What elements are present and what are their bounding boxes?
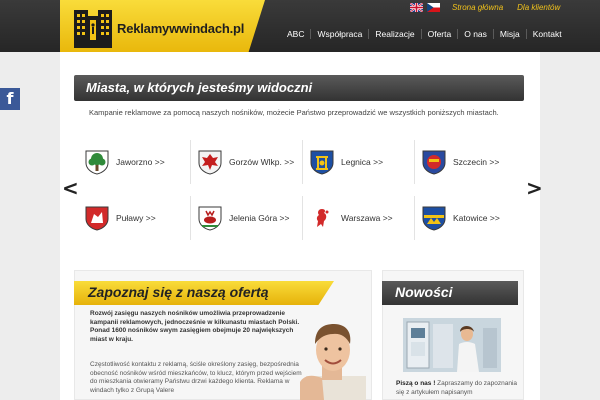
city-carousel: Jaworzno >> Gorzów Wlkp. >> Legnica >> S… — [78, 140, 526, 244]
legnica-crest-icon — [310, 150, 334, 175]
city-name: Jaworzno >> — [116, 157, 165, 167]
city-name: Szczecin >> — [453, 157, 500, 167]
city-name: Jelenia Góra >> — [229, 213, 290, 223]
logo[interactable]: Reklamywwindach.pl — [60, 0, 265, 52]
pulawy-crest-icon — [85, 206, 109, 231]
news-teaser: Piszą o nas ! Zapraszamy do zapoznania s… — [396, 380, 520, 397]
cities-title-bar: Miasta, w których jesteśmy widoczni — [74, 75, 524, 101]
next-arrow-icon[interactable]: > — [526, 176, 543, 200]
site-header: Reklamywwindach.pl Strona główna Dla kli… — [0, 0, 600, 52]
city-name: Warszawa >> — [341, 213, 393, 223]
news-headline[interactable]: Piszą o nas ! — [396, 380, 435, 387]
building-logo-icon — [74, 10, 112, 48]
cities-intro: Kampanie reklamowe za pomocą naszych noś… — [89, 108, 499, 117]
offer-lead-text: Rozwój zasięgu naszych nośników umożliwi… — [90, 310, 300, 343]
cities-title: Miasta, w których jesteśmy widoczni — [86, 80, 313, 95]
nav-item-oferta[interactable]: Oferta — [420, 29, 458, 39]
offer-title: Zapoznaj się z naszą ofertą — [88, 284, 269, 300]
jelenia-gora-crest-icon — [198, 206, 222, 231]
city-link-jelenia-gora[interactable]: Jelenia Góra >> — [190, 196, 302, 240]
gorzow-crest-icon — [198, 150, 222, 175]
city-link-jaworzno[interactable]: Jaworzno >> — [78, 140, 190, 184]
nav-item-kontakt[interactable]: Kontakt — [525, 29, 568, 39]
news-title: Nowości — [395, 284, 453, 300]
logo-text: Reklamywwindach.pl — [117, 21, 245, 36]
smiling-man-image — [300, 324, 366, 400]
nav-item-wspolpraca[interactable]: Współpraca — [310, 29, 368, 39]
city-link-pulawy[interactable]: Puławy >> — [78, 196, 190, 240]
city-link-szczecin[interactable]: Szczecin >> — [414, 140, 526, 184]
home-link[interactable]: Strona główna — [452, 3, 503, 12]
warszawa-crest-icon — [316, 209, 329, 227]
city-name: Katowice >> — [453, 213, 500, 223]
city-name: Puławy >> — [116, 213, 156, 223]
city-link-gorzow[interactable]: Gorzów Wlkp. >> — [190, 140, 302, 184]
top-links: Strona główna Dla klientów — [452, 3, 560, 12]
facebook-icon[interactable]: f — [0, 88, 20, 110]
nav-item-o-nas[interactable]: O nas — [457, 29, 493, 39]
nav-item-abc[interactable]: ABC — [281, 29, 310, 39]
city-link-legnica[interactable]: Legnica >> — [302, 140, 414, 184]
offer-body-text: Częstotliwość kontaktu z reklamą, ściśle… — [90, 361, 302, 394]
cz-flag-icon[interactable] — [427, 3, 440, 12]
jaworzno-crest-icon — [85, 150, 109, 175]
city-name: Gorzów Wlkp. >> — [229, 157, 295, 167]
main-nav: ABC Współpraca Realizacje Oferta O nas M… — [281, 29, 568, 39]
city-link-katowice[interactable]: Katowice >> — [414, 196, 526, 240]
news-title-bar: Nowości — [382, 281, 518, 305]
offer-title-bar: Zapoznaj się z naszą ofertą — [74, 281, 334, 305]
szczecin-crest-icon — [422, 150, 446, 175]
nav-item-misja[interactable]: Misja — [492, 29, 526, 39]
katowice-crest-icon — [422, 206, 446, 231]
prev-arrow-icon[interactable]: < — [62, 176, 79, 200]
clients-link[interactable]: Dla klientów — [517, 3, 560, 12]
en-flag-icon[interactable] — [410, 3, 423, 12]
language-switcher — [410, 3, 440, 12]
news-photo-image[interactable] — [403, 318, 501, 372]
nav-item-realizacje[interactable]: Realizacje — [368, 29, 420, 39]
city-name: Legnica >> — [341, 157, 384, 167]
city-link-warszawa[interactable]: Warszawa >> — [302, 196, 414, 240]
